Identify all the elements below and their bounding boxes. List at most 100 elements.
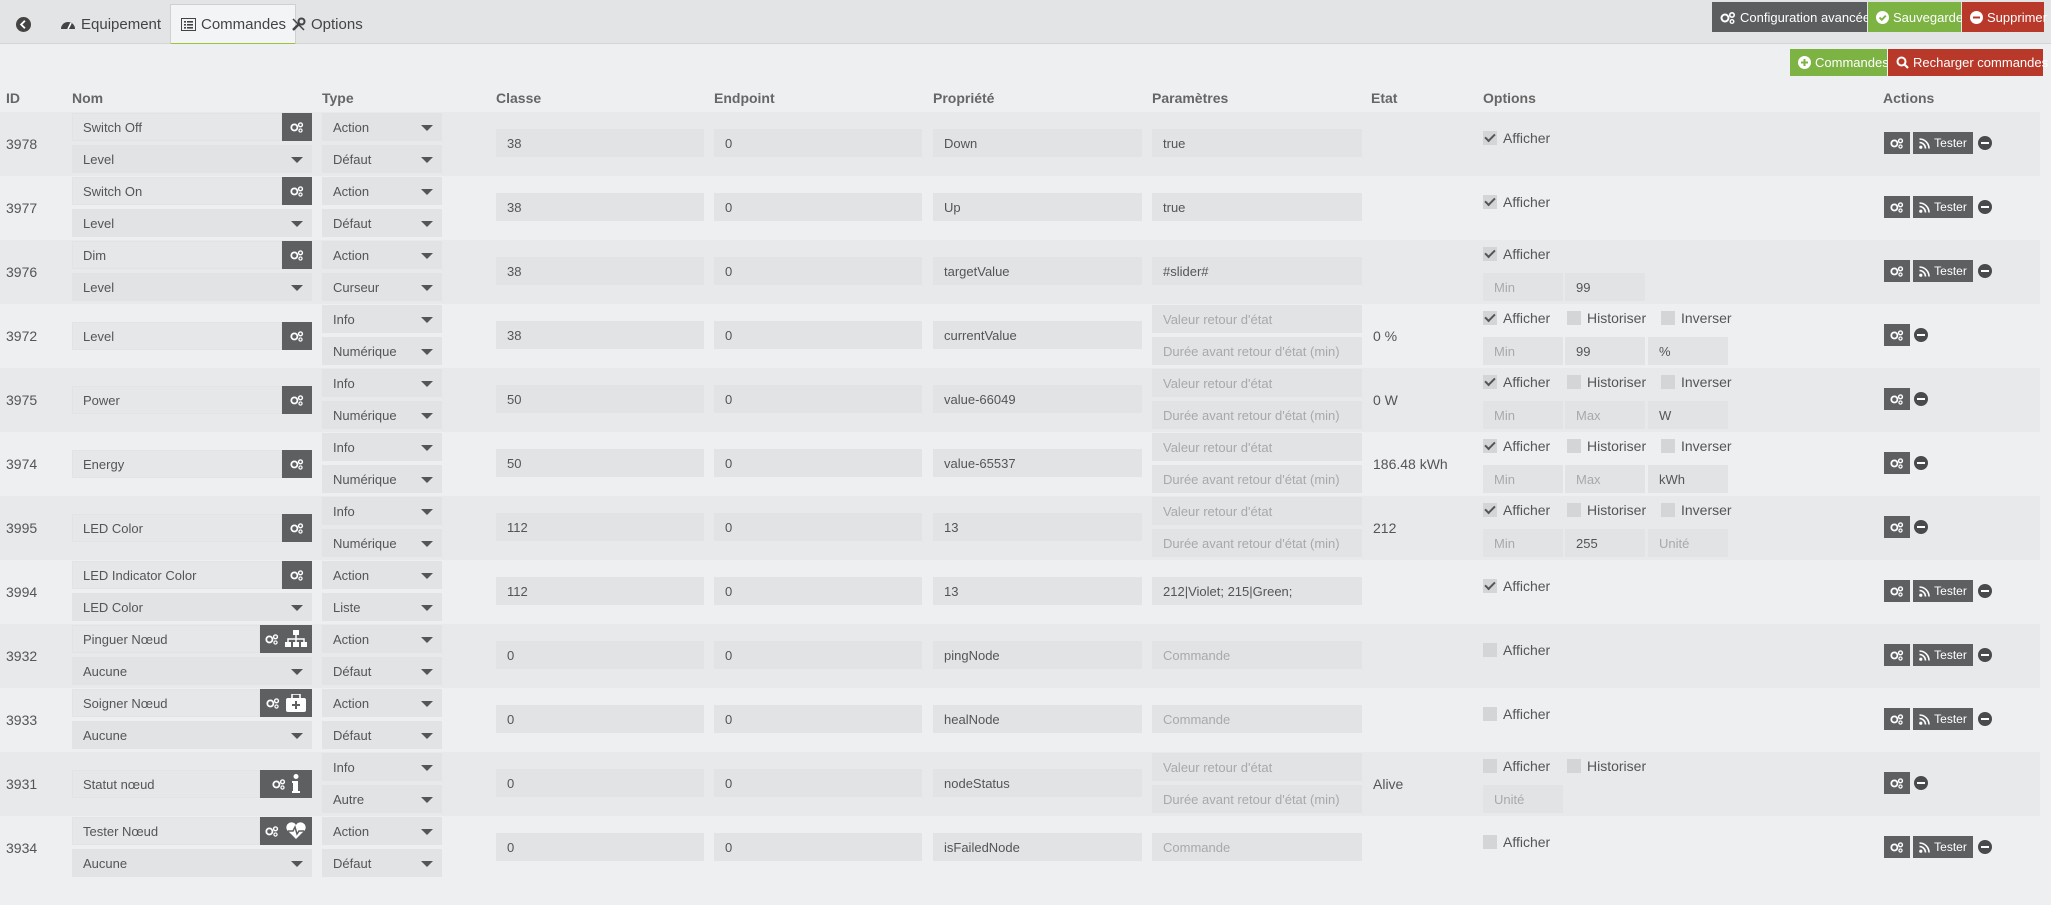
property-input[interactable]: 13 [933,577,1142,605]
property-input[interactable]: Down [933,129,1142,157]
name-icon-button[interactable] [260,770,312,798]
checkbox-box[interactable] [1483,503,1497,517]
type-select[interactable]: Action [322,817,442,845]
command-name-input[interactable]: Tester Nœud [72,817,260,845]
subtype-select[interactable]: Défaut [322,721,442,749]
checkbox-box[interactable] [1567,439,1581,453]
type-select[interactable]: Action [322,689,442,717]
afficher-checkbox[interactable]: Afficher [1483,194,1550,210]
subtype-select[interactable]: Autre [322,785,442,813]
class-input[interactable]: 50 [496,449,704,477]
remove-command-button[interactable] [1914,328,1928,342]
type-select[interactable]: Action [322,241,442,269]
unit-input[interactable]: Unité [1648,529,1728,557]
command-name-input[interactable]: Switch Off [72,113,282,141]
name-icon-button[interactable] [282,113,312,141]
property-input[interactable]: Up [933,193,1142,221]
afficher-checkbox[interactable]: Afficher [1483,834,1550,850]
command-name-input[interactable]: Pinguer Nœud [72,625,260,653]
inverser-checkbox[interactable]: Inverser [1661,310,1732,326]
unit-input[interactable]: kWh [1648,465,1728,493]
value-select[interactable]: Aucune [72,657,312,685]
value-select[interactable]: Aucune [72,721,312,749]
value-select[interactable]: Level [72,273,312,301]
configure-button[interactable] [1884,836,1910,858]
configure-button[interactable] [1884,388,1910,410]
checkbox-box[interactable] [1483,195,1497,209]
checkbox-box[interactable] [1483,247,1497,261]
name-icon-button[interactable] [260,689,312,717]
subtype-select[interactable]: Numérique [322,529,442,557]
add-command-button[interactable]: Commandes [1790,49,1889,76]
return-value-input[interactable]: Valeur retour d'état [1152,753,1362,781]
checkbox-box[interactable] [1661,503,1675,517]
endpoint-input[interactable]: 0 [714,705,922,733]
test-button[interactable]: Tester [1913,196,1973,218]
inverser-checkbox[interactable]: Inverser [1661,502,1732,518]
return-value-input[interactable]: Valeur retour d'état [1152,433,1362,461]
name-icon-button[interactable] [282,450,312,478]
remove-command-button[interactable] [1978,584,1992,598]
return-delay-input[interactable]: Durée avant retour d'état (min) [1152,401,1362,429]
class-input[interactable]: 38 [496,193,704,221]
subtype-select[interactable]: Défaut [322,209,442,237]
min-input[interactable]: Min [1483,529,1563,557]
endpoint-input[interactable]: 0 [714,833,922,861]
subtype-select[interactable]: Numérique [322,465,442,493]
return-delay-input[interactable]: Durée avant retour d'état (min) [1152,529,1362,557]
test-button[interactable]: Tester [1913,580,1973,602]
min-input[interactable]: Min [1483,465,1563,493]
command-input[interactable]: Commande [1152,705,1362,733]
endpoint-input[interactable]: 0 [714,449,922,477]
parameters-input[interactable]: true [1152,193,1362,221]
max-input[interactable]: 99 [1565,337,1645,365]
endpoint-input[interactable]: 0 [714,577,922,605]
return-value-input[interactable]: Valeur retour d'état [1152,305,1362,333]
configure-button[interactable] [1884,260,1910,282]
checkbox-box[interactable] [1661,439,1675,453]
configure-button[interactable] [1884,708,1910,730]
unit-input[interactable]: Unité [1483,785,1563,813]
remove-command-button[interactable] [1914,392,1928,406]
afficher-checkbox[interactable]: Afficher [1483,502,1550,518]
subtype-select[interactable]: Numérique [322,337,442,365]
command-input[interactable]: Commande [1152,833,1362,861]
afficher-checkbox[interactable]: Afficher [1483,706,1550,722]
min-input[interactable]: Min [1483,401,1563,429]
checkbox-box[interactable] [1483,643,1497,657]
historiser-checkbox[interactable]: Historiser [1567,502,1646,518]
configure-button[interactable] [1884,772,1910,794]
parameters-input[interactable]: true [1152,129,1362,157]
checkbox-box[interactable] [1483,375,1497,389]
command-name-input[interactable]: Soigner Nœud [72,689,260,717]
afficher-checkbox[interactable]: Afficher [1483,642,1550,658]
test-button[interactable]: Tester [1913,260,1973,282]
configure-button[interactable] [1884,196,1910,218]
afficher-checkbox[interactable]: Afficher [1483,246,1550,262]
remove-command-button[interactable] [1978,648,1992,662]
afficher-checkbox[interactable]: Afficher [1483,578,1550,594]
endpoint-input[interactable]: 0 [714,193,922,221]
class-input[interactable]: 112 [496,577,704,605]
return-delay-input[interactable]: Durée avant retour d'état (min) [1152,785,1362,813]
command-name-input[interactable]: Dim [72,241,282,269]
delete-button[interactable]: Supprimer [1962,2,2047,32]
checkbox-box[interactable] [1483,131,1497,145]
advanced-config-button[interactable]: Configuration avancée [1712,2,1870,32]
inverser-checkbox[interactable]: Inverser [1661,374,1732,390]
remove-command-button[interactable] [1978,264,1992,278]
afficher-checkbox[interactable]: Afficher [1483,130,1550,146]
test-button[interactable]: Tester [1913,708,1973,730]
class-input[interactable]: 0 [496,641,704,669]
test-button[interactable]: Tester [1913,644,1973,666]
subtype-select[interactable]: Défaut [322,657,442,685]
command-name-input[interactable]: Switch On [72,177,282,205]
afficher-checkbox[interactable]: Afficher [1483,758,1550,774]
class-input[interactable]: 0 [496,705,704,733]
type-select[interactable]: Action [322,113,442,141]
name-icon-button[interactable] [260,625,312,653]
endpoint-input[interactable]: 0 [714,513,922,541]
property-input[interactable]: healNode [933,705,1142,733]
back-button[interactable] [4,4,42,44]
checkbox-box[interactable] [1567,503,1581,517]
